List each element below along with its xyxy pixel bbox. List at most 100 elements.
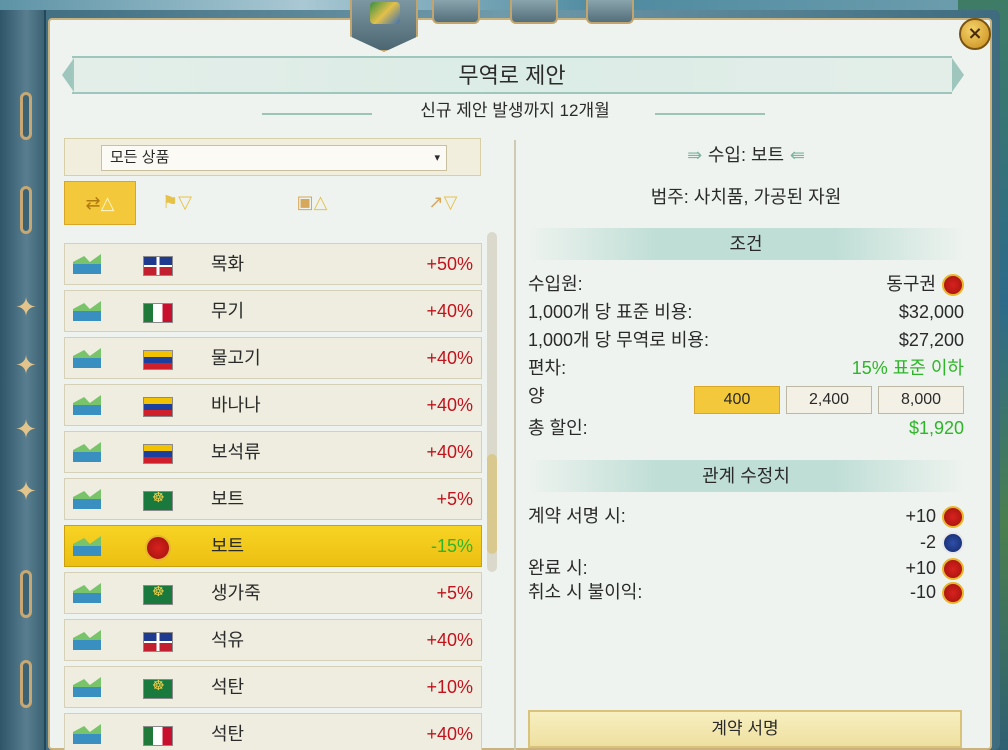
tab-crates[interactable] — [510, 0, 558, 24]
goods-row-selected[interactable]: 보트 -15% — [64, 525, 482, 567]
globe-goods-icon — [370, 2, 400, 24]
sign-contract-button[interactable]: 계약 서명 — [528, 710, 962, 748]
on-sign-row: 계약 서명 시: +10 — [528, 504, 964, 529]
star-ornament-icon: ✦ — [15, 477, 37, 507]
import-route-icon — [73, 395, 101, 415]
on-cancel-label: 취소 시 불이익: — [528, 582, 643, 602]
source-value-text: 동구권 — [886, 274, 936, 294]
goods-price-change: +40% — [426, 724, 473, 744]
mexico-flag-icon — [143, 726, 173, 746]
on-complete-row: 완료 시: +10 — [528, 556, 964, 581]
quantity-option-400[interactable]: 400 — [694, 386, 780, 414]
detail-title-text: 수입: 보트 — [707, 145, 785, 165]
on-sign-label: 계약 서명 시: — [528, 506, 626, 526]
venezuela-flag-icon — [143, 397, 173, 417]
scrollbar-thumb[interactable] — [487, 454, 497, 554]
total-discount-row: 총 할인: $1,920 — [528, 416, 964, 440]
standard-cost-value: $32,000 — [898, 302, 964, 322]
trade-cost-row: 1,000개 당 무역로 비용: $27,200 — [528, 328, 964, 352]
sort-ascending-icon: △ — [100, 193, 115, 214]
quantity-option-8000[interactable]: 8,000 — [878, 386, 964, 414]
goods-name: 생가죽 — [211, 583, 261, 603]
sort-by-resource-button[interactable]: ▣△ — [280, 181, 344, 225]
goods-row[interactable]: 석탄 +40% — [64, 713, 482, 750]
window-left-rail: ✦ ✦ ✦ ✦ — [0, 10, 46, 750]
goods-name: 무기 — [211, 301, 245, 321]
trade-cost-value: $27,200 — [898, 330, 964, 350]
on-cancel-row: 취소 시 불이익: -10 — [528, 580, 964, 605]
rail-ring-icon — [20, 660, 32, 708]
on-cancel-value-text: -10 — [909, 582, 936, 602]
on-complete-value-text: +10 — [905, 558, 936, 578]
rail-ring-icon — [20, 92, 32, 140]
goods-list: 목화 +50% 무기 +40% 물고기 +40% 바나나 +40% 보석류 +4… — [64, 238, 484, 750]
star-ornament-icon: ✦ — [15, 293, 37, 323]
goods-name: 석탄 — [211, 724, 245, 744]
star-ornament-icon: ✦ — [15, 351, 37, 381]
banner-right-cap — [952, 58, 964, 92]
import-route-icon — [73, 254, 101, 274]
on-sign-value-2-text: -2 — [919, 532, 936, 552]
detail-category: 범주: 사치품, 가공된 자원 — [650, 187, 842, 207]
goods-row[interactable]: 무기 +40% — [64, 290, 482, 332]
goods-price-change: -15% — [430, 536, 473, 556]
goods-name: 물고기 — [211, 348, 261, 368]
sort-by-trend-button[interactable]: ↗▽ — [412, 181, 474, 225]
goods-price-change: +40% — [426, 442, 473, 462]
goods-filter-bar: 모든 상품 ▾ — [64, 138, 481, 176]
trade-route-icon: ⇄ — [85, 193, 101, 214]
goods-row[interactable]: 바나나 +40% — [64, 384, 482, 426]
source-value: 동구권 — [886, 272, 964, 297]
import-route-icon — [73, 724, 101, 744]
mexico-flag-icon — [143, 303, 173, 323]
goods-row[interactable]: 목화 +50% — [64, 243, 482, 285]
page-title: 무역로 제안 — [458, 63, 566, 88]
goods-price-change: +40% — [426, 395, 473, 415]
goods-row[interactable]: 보석류 +40% — [64, 431, 482, 473]
goods-row[interactable]: 생가죽 +5% — [64, 572, 482, 614]
dominican-flag-icon — [143, 632, 173, 652]
goods-row[interactable]: 석탄 +10% — [64, 666, 482, 708]
total-discount-value: $1,920 — [908, 418, 964, 438]
venezuela-flag-icon — [143, 444, 173, 464]
deviation-value: 15% 표준 이하 — [851, 358, 964, 378]
import-route-icon — [73, 442, 101, 462]
goods-row[interactable]: 보트 +5% — [64, 478, 482, 520]
subtitle-deco-right — [655, 113, 765, 115]
sort-by-trade-type-button[interactable]: ⇄△ — [64, 181, 136, 225]
quantity-label: 양 — [528, 386, 545, 406]
soviet-emblem-icon — [942, 274, 964, 297]
goods-row[interactable]: 석유 +40% — [64, 619, 482, 661]
import-route-icon — [73, 348, 101, 368]
import-route-icon — [73, 301, 101, 321]
goods-filter-value: 모든 상품 — [110, 149, 170, 166]
goods-filter-dropdown[interactable]: 모든 상품 ▾ — [101, 145, 447, 171]
goods-list-scrollbar[interactable] — [487, 232, 497, 572]
goods-row[interactable]: 물고기 +40% — [64, 337, 482, 379]
leaf-arrow-left-icon: ⇛ — [687, 145, 708, 166]
goods-price-change: +5% — [436, 583, 473, 603]
flag-icon: ⚑ — [162, 192, 179, 213]
tab-documents[interactable] — [432, 0, 480, 24]
on-cancel-value: -10 — [909, 580, 964, 605]
on-sign-row-2: -2 — [528, 530, 964, 555]
standard-cost-label: 1,000개 당 표준 비용: — [528, 302, 693, 322]
sort-by-country-button[interactable]: ⚑▽ — [146, 181, 208, 225]
total-discount-label: 총 할인: — [528, 418, 588, 438]
import-route-icon — [73, 583, 101, 603]
on-sign-value-2: -2 — [919, 530, 964, 555]
soviet-emblem-icon — [942, 558, 964, 581]
title-banner: 무역로 제안 — [72, 56, 952, 94]
sort-ascending-icon: △ — [313, 192, 328, 213]
rail-ring-icon — [20, 570, 32, 618]
soviet-emblem-icon — [942, 582, 964, 605]
trend-arrow-icon: ↗ — [428, 192, 444, 213]
relations-header: 관계 수정치 — [528, 460, 964, 492]
standard-cost-row: 1,000개 당 표준 비용: $32,000 — [528, 300, 964, 324]
quantity-option-2400[interactable]: 2,400 — [786, 386, 872, 414]
soviet-emblem-icon — [145, 535, 171, 561]
tab-timer[interactable] — [586, 0, 634, 24]
goods-name: 보트 — [211, 536, 245, 556]
venezuela-flag-icon — [143, 350, 173, 370]
close-button[interactable]: × — [959, 18, 991, 50]
